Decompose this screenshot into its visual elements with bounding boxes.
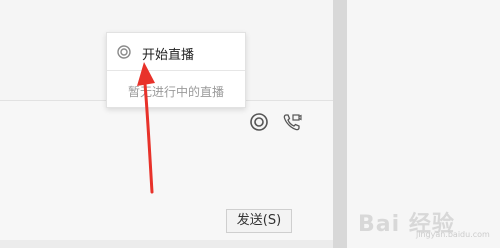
live-stream-icon [117,44,131,59]
panel-splitter[interactable] [333,0,347,248]
baidu-jingyan-watermark: Bai 经验 jingyan.baidu.com [358,198,496,242]
send-button[interactable]: 发送(S) [226,209,292,233]
live-stream-popup: 开始直播 暂无进行中的直播 [106,32,246,108]
watermark-url: jingyan.baidu.com [416,230,490,239]
start-live-menu-item[interactable]: 开始直播 [107,33,245,70]
popup-divider [107,70,245,71]
live-stream-icon[interactable] [249,112,269,132]
window-bottom-edge [0,240,333,248]
video-call-icon[interactable] [282,112,302,132]
start-live-label: 开始直播 [142,48,195,63]
no-live-text: 暂无进行中的直播 [127,85,224,99]
